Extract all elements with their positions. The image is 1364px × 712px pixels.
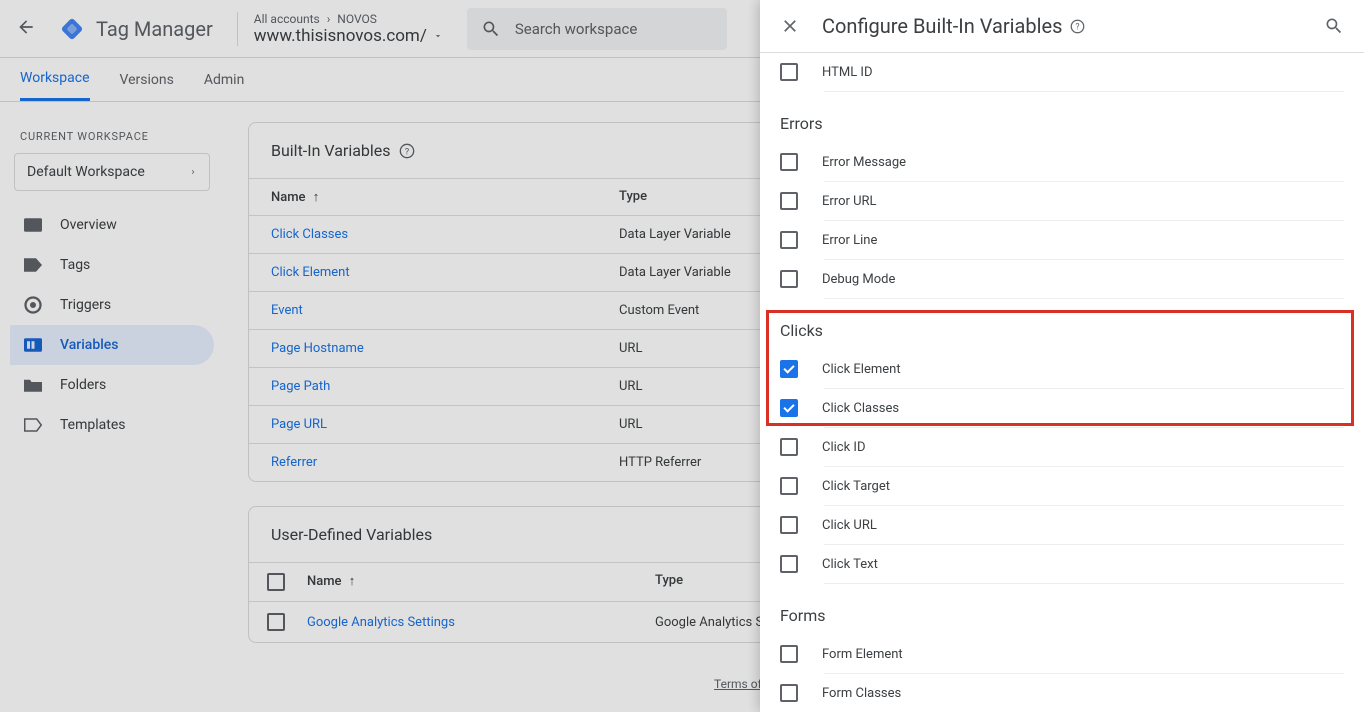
- checkbox[interactable]: [780, 399, 798, 417]
- variable-row[interactable]: Form Classes: [824, 674, 1344, 712]
- checkbox[interactable]: [780, 555, 798, 573]
- variable-label: Click Classes: [822, 401, 899, 416]
- variable-row[interactable]: Debug Mode: [824, 260, 1344, 299]
- variable-label: Form Element: [822, 647, 903, 662]
- search-icon[interactable]: [1324, 16, 1344, 36]
- variable-label: Error Message: [822, 155, 906, 170]
- svg-text:?: ?: [1076, 22, 1080, 32]
- variable-row[interactable]: Click URL: [824, 506, 1344, 545]
- checkbox[interactable]: [780, 63, 798, 81]
- variable-row[interactable]: Click Target: [824, 467, 1344, 506]
- checkbox[interactable]: [780, 270, 798, 288]
- checkbox[interactable]: [780, 516, 798, 534]
- checkbox[interactable]: [780, 477, 798, 495]
- variable-label: Error URL: [822, 194, 877, 209]
- checkbox[interactable]: [780, 438, 798, 456]
- checkbox[interactable]: [780, 645, 798, 663]
- variable-label: Click Text: [822, 557, 878, 572]
- panel-title: Configure Built-In Variables: [822, 14, 1062, 38]
- checkbox[interactable]: [780, 153, 798, 171]
- section-title: Clicks: [780, 321, 1344, 340]
- variable-row[interactable]: Click Classes: [824, 389, 1344, 428]
- variable-row[interactable]: Click Element: [824, 350, 1344, 389]
- variable-label: HTML ID: [822, 65, 873, 80]
- variable-row[interactable]: Error Message: [824, 143, 1344, 182]
- variable-label: Click Element: [822, 362, 901, 377]
- help-icon[interactable]: ?: [1070, 19, 1085, 34]
- variable-label: Debug Mode: [822, 272, 895, 287]
- variable-row[interactable]: Form Element: [824, 635, 1344, 674]
- variable-label: Click URL: [822, 518, 877, 533]
- variable-label: Form Classes: [822, 686, 901, 701]
- section-title: Errors: [780, 114, 1344, 133]
- checkbox[interactable]: [780, 684, 798, 702]
- variable-row[interactable]: Error URL: [824, 182, 1344, 221]
- variable-label: Error Line: [822, 233, 877, 248]
- variable-row[interactable]: Click Text: [824, 545, 1344, 584]
- section-title: Forms: [780, 606, 1344, 625]
- close-icon[interactable]: [780, 16, 800, 36]
- checkbox[interactable]: [780, 231, 798, 249]
- variable-label: Click ID: [822, 440, 865, 455]
- variable-row[interactable]: HTML ID: [824, 53, 1344, 92]
- checkbox[interactable]: [780, 360, 798, 378]
- checkbox[interactable]: [780, 192, 798, 210]
- variable-label: Click Target: [822, 479, 890, 494]
- variable-row[interactable]: Error Line: [824, 221, 1344, 260]
- variable-row[interactable]: Click ID: [824, 428, 1344, 467]
- configure-panel: Configure Built-In Variables ? HTML ID Er…: [760, 0, 1364, 712]
